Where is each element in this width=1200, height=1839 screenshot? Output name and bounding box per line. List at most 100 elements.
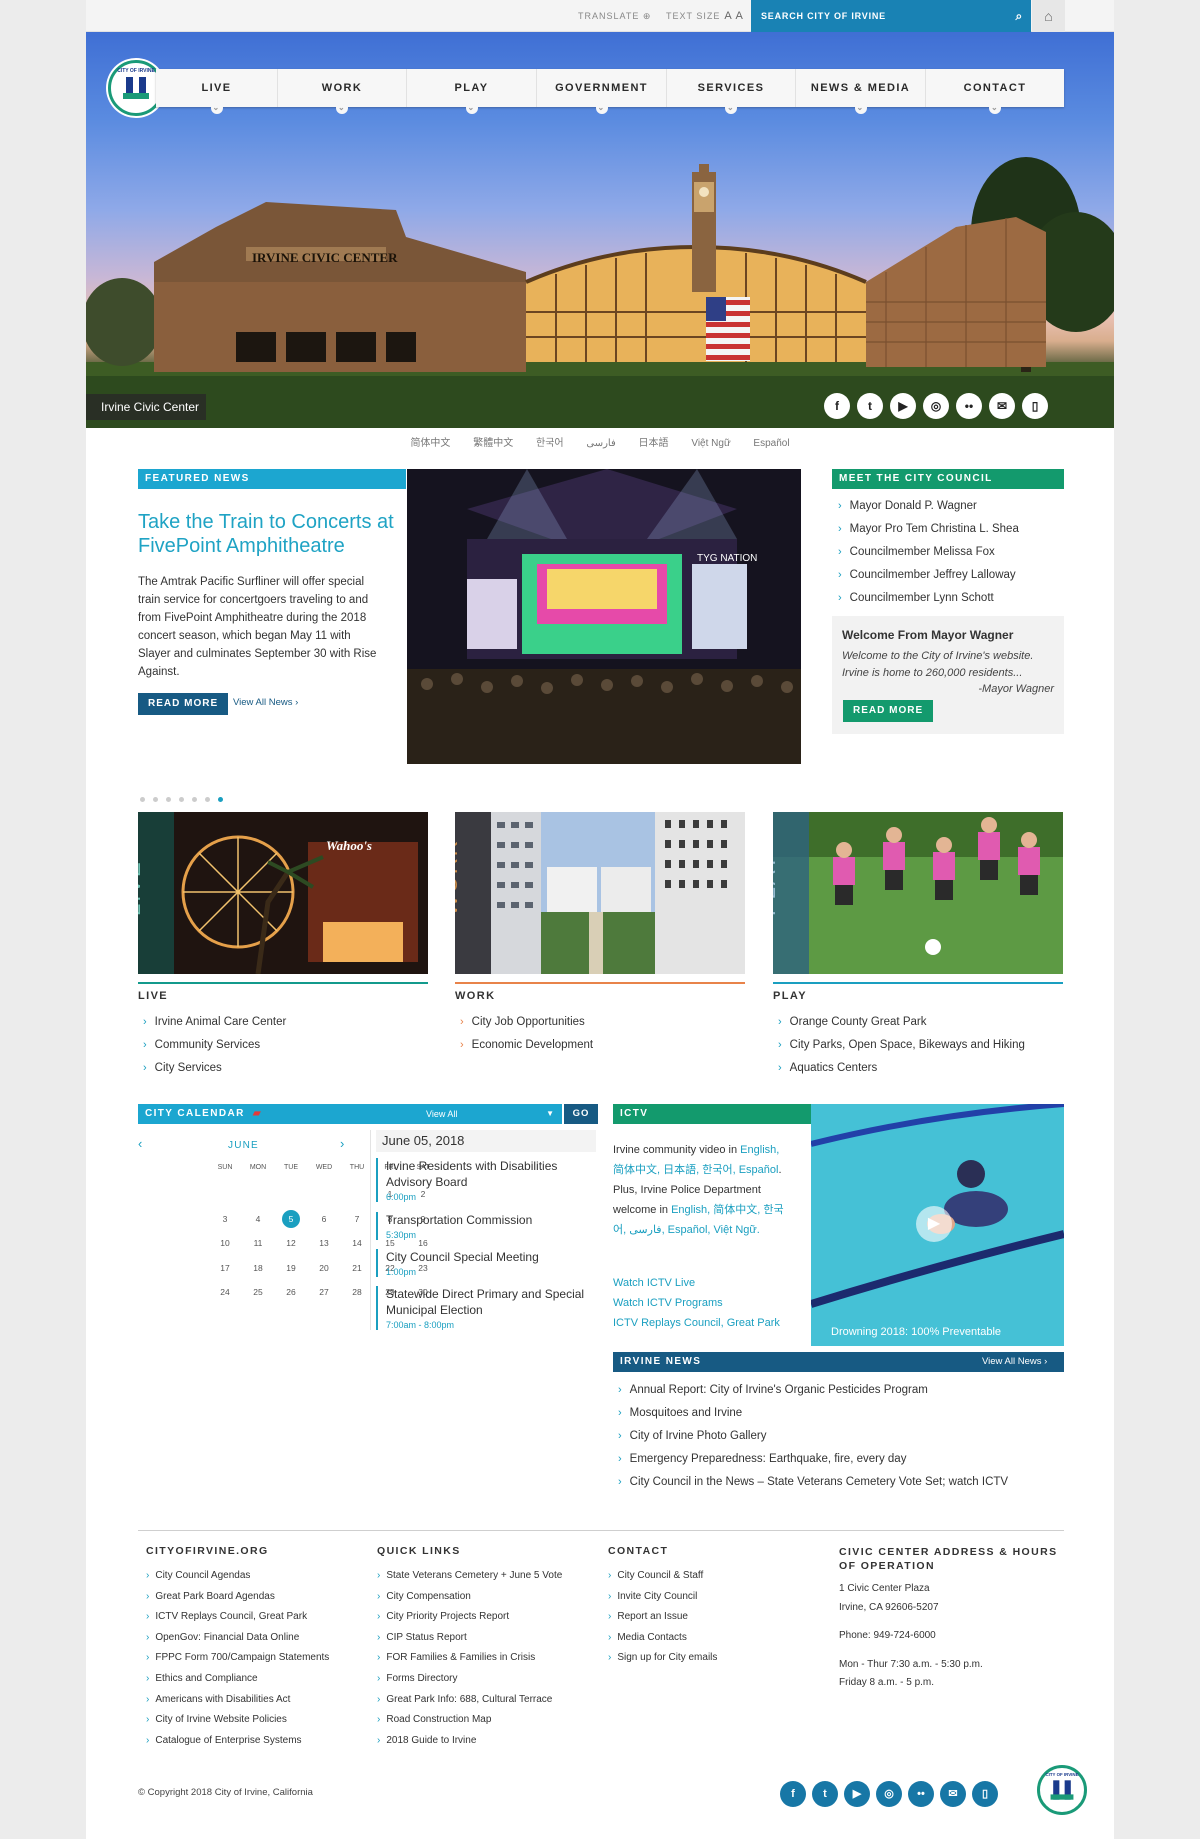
carousel-dot-active[interactable] [218, 797, 223, 802]
footer-link[interactable]: › Great Park Info: 688, Cultural Terrace [377, 1690, 562, 1711]
view-all-news-link[interactable]: View All News › [233, 697, 298, 708]
calendar-event[interactable]: Transportation Commission 5:30pm [376, 1212, 586, 1240]
news-item[interactable]: › City of Irvine Photo Gallery [618, 1425, 1064, 1448]
carousel-dot[interactable] [153, 797, 158, 802]
footer-link[interactable]: › City Council & Staff [608, 1566, 717, 1587]
calendar-event[interactable]: Irvine Residents with Disabilities Advis… [376, 1158, 586, 1202]
news-item[interactable]: › Annual Report: City of Irvine's Organic… [618, 1379, 1064, 1402]
council-member-link[interactable]: › Mayor Pro Tem Christina L. Shea [838, 518, 1064, 541]
footer-link[interactable]: › City Compensation [377, 1587, 562, 1608]
footer-link[interactable]: › Report an Issue [608, 1607, 717, 1628]
language-link[interactable]: 日本語 [639, 438, 669, 449]
calendar-day[interactable]: 20 [311, 1259, 337, 1277]
footer-link[interactable]: › FPPC Form 700/Campaign Statements [146, 1648, 329, 1669]
featured-headline[interactable]: Take the Train to Concerts at FivePoint … [138, 510, 398, 558]
home-button[interactable]: ⌂ [1032, 0, 1065, 32]
calendar-day[interactable]: 10 [212, 1234, 238, 1252]
search-input[interactable]: SEARCH CITY OF IRVINE ⌕ [751, 0, 1031, 32]
footer-link[interactable]: › ICTV Replays Council, Great Park [146, 1607, 329, 1628]
footer-link[interactable]: › City Council Agendas [146, 1566, 329, 1587]
news-item[interactable]: › Emergency Preparedness: Earthquake, fir… [618, 1448, 1064, 1471]
news-item[interactable]: › City Council in the News – State Vetera… [618, 1471, 1064, 1494]
irvine-news-view-all[interactable]: View All News › [982, 1352, 1047, 1372]
footer-link[interactable]: › Road Construction Map [377, 1710, 562, 1731]
nav-contact[interactable]: CONTACT ⌄ [926, 69, 1064, 114]
footer-link[interactable]: › Ethics and Compliance [146, 1669, 329, 1690]
search-icon[interactable]: ⌕ [1015, 0, 1023, 32]
carousel-dot[interactable] [166, 797, 171, 802]
work-link[interactable]: › City Job Opportunities [460, 1011, 740, 1034]
calendar-day[interactable]: 3 [212, 1210, 238, 1228]
ictv-language-link[interactable]: Español [739, 1164, 779, 1176]
facebook-icon[interactable]: f [824, 393, 850, 419]
work-panel-image[interactable]: WORK [455, 812, 745, 974]
calendar-event[interactable]: Statewide Direct Primary and Special Mun… [376, 1286, 586, 1330]
calendar-day[interactable]: 27 [311, 1283, 337, 1301]
calendar-day[interactable]: 11 [245, 1234, 271, 1252]
nav-work[interactable]: WORK ⌄ [278, 69, 407, 114]
language-link[interactable]: Việt Ngữ [691, 438, 730, 449]
twitter-icon[interactable]: t [812, 1781, 838, 1807]
carousel-dot[interactable] [140, 797, 145, 802]
next-month-icon[interactable]: › [340, 1136, 344, 1151]
language-link[interactable]: 繁體中文 [473, 438, 513, 449]
ictv-police-language-links[interactable]: فارسی, Español, Việt Ngữ. [629, 1224, 760, 1236]
nav-government[interactable]: GOVERNMENT ⌄ [537, 69, 667, 114]
facebook-icon[interactable]: f [780, 1781, 806, 1807]
nav-play[interactable]: PLAY ⌄ [407, 69, 537, 114]
play-link[interactable]: › Aquatics Centers [778, 1057, 1068, 1080]
featured-read-more-button[interactable]: READ MORE [138, 693, 229, 715]
footer-link[interactable]: › Catalogue of Enterprise Systems [146, 1731, 329, 1752]
play-video-icon[interactable]: ▶ [916, 1206, 952, 1242]
footer-link[interactable]: › City of Irvine Website Policies [146, 1710, 329, 1731]
calendar-day[interactable]: 6 [311, 1210, 337, 1228]
council-member-link[interactable]: › Councilmember Lynn Schott [838, 587, 1064, 610]
calendar-day[interactable]: 25 [245, 1283, 271, 1301]
calendar-day[interactable]: 28 [344, 1283, 370, 1301]
footer-link[interactable]: › Invite City Council [608, 1587, 717, 1608]
live-link[interactable]: › City Services [143, 1057, 423, 1080]
live-link[interactable]: › Community Services [143, 1034, 423, 1057]
calendar-day[interactable]: 7 [344, 1210, 370, 1228]
footer-link[interactable]: › Forms Directory [377, 1669, 562, 1690]
council-member-link[interactable]: › Councilmember Melissa Fox [838, 541, 1064, 564]
instagram-icon[interactable]: ◎ [923, 393, 949, 419]
live-link[interactable]: › Irvine Animal Care Center [143, 1011, 423, 1034]
calendar-event[interactable]: City Council Special Meeting 1:00pm [376, 1249, 586, 1277]
calendar-day-selected[interactable]: 5 [282, 1209, 300, 1228]
calendar-view-select[interactable]: View All ▼ [396, 1104, 562, 1124]
footer-link[interactable]: › Great Park Board Agendas [146, 1587, 329, 1608]
council-member-link[interactable]: › Councilmember Jeffrey Lalloway [838, 564, 1064, 587]
ictv-video[interactable]: ▶ Drowning 2018: 100% Preventable [811, 1104, 1064, 1346]
youtube-icon[interactable]: ▶ [844, 1781, 870, 1807]
twitter-icon[interactable]: t [857, 393, 883, 419]
calendar-day[interactable]: 17 [212, 1259, 238, 1277]
footer-link[interactable]: › FOR Families & Families in Crisis [377, 1648, 562, 1669]
language-link[interactable]: فارسی [586, 438, 615, 449]
footer-link[interactable]: › City Priority Projects Report [377, 1607, 562, 1628]
live-panel-image[interactable]: Wahoo's LIVE [138, 812, 428, 974]
youtube-icon[interactable]: ▶ [890, 393, 916, 419]
language-link[interactable]: 简体中文 [410, 438, 450, 449]
mobile-icon[interactable]: ▯ [1022, 393, 1048, 419]
council-member-link[interactable]: › Mayor Donald P. Wagner [838, 495, 1064, 518]
email-icon[interactable]: ✉ [940, 1781, 966, 1807]
footer-link[interactable]: › OpenGov: Financial Data Online [146, 1628, 329, 1649]
prev-month-icon[interactable]: ‹ [138, 1136, 142, 1151]
ictv-link[interactable]: Watch ICTV Live [613, 1273, 780, 1293]
footer-link[interactable]: › Media Contacts [608, 1628, 717, 1649]
language-link[interactable]: 한국어 [536, 438, 564, 449]
calendar-day[interactable]: 4 [245, 1210, 271, 1228]
play-panel-image[interactable]: PLAY [773, 812, 1063, 974]
carousel-dot[interactable] [179, 797, 184, 802]
calendar-day[interactable]: 19 [278, 1259, 304, 1277]
footer-city-logo[interactable]: CITY OF IRVINE [1037, 1765, 1087, 1815]
language-link[interactable]: Español [753, 438, 789, 449]
footer-link[interactable]: › State Veterans Cemetery + June 5 Vote [377, 1566, 562, 1587]
footer-link[interactable]: › Sign up for City emails [608, 1648, 717, 1669]
ictv-link[interactable]: Watch ICTV Programs [613, 1293, 780, 1313]
play-link[interactable]: › Orange County Great Park [778, 1011, 1068, 1034]
footer-link[interactable]: › 2018 Guide to Irvine [377, 1731, 562, 1752]
nav-news-media[interactable]: NEWS & MEDIA ⌄ [796, 69, 926, 114]
calendar-day[interactable]: 14 [344, 1234, 370, 1252]
